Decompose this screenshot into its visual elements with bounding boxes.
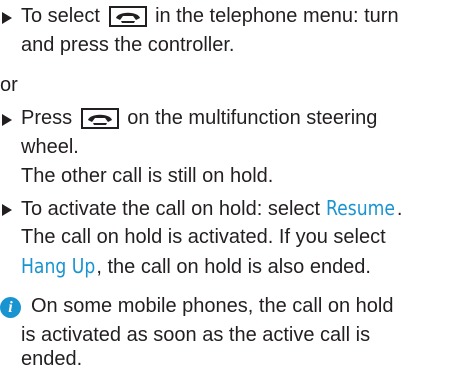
step3-result-line1: The call on hold is activated. If you se… — [21, 226, 386, 248]
step2-result: The other call is still on hold. — [21, 165, 274, 187]
note-line1: On some mobile phones, the call on hold — [31, 295, 394, 317]
step2-text-before: Press — [21, 107, 73, 129]
step3-line1: To activate the call on hold: select Res… — [21, 194, 402, 224]
end-call-key-icon — [108, 6, 147, 27]
bullet-icon — [2, 12, 12, 24]
step3-result-rest: , the call on hold is also ended. — [96, 256, 371, 278]
bullet-icon — [2, 204, 12, 216]
step2-text-after: on the multifunction steering — [127, 107, 378, 129]
step3-text-before: To activate the call on hold: select — [21, 198, 321, 220]
step3-result-line2: Hang Up, the call on hold is also ended. — [21, 252, 371, 282]
step3-period: . — [396, 198, 403, 220]
step1-text-before: To select — [21, 5, 100, 27]
note-line3: ended. — [21, 348, 83, 370]
step1-line1: To select in the telephone menu: turn — [21, 2, 399, 31]
step1-line2: and press the controller. — [21, 34, 235, 56]
resume-menu-item: Resume — [325, 196, 395, 220]
hang-up-menu-item: Hang Up — [21, 254, 96, 278]
step1-text-after: in the telephone menu: turn — [155, 5, 399, 27]
or-text: or — [0, 74, 18, 96]
info-icon: i — [0, 297, 21, 318]
step2-line2: wheel. — [21, 136, 79, 158]
bullet-icon — [2, 114, 12, 126]
step2-line1: Press on the multifunction steering — [21, 104, 377, 133]
end-call-key-icon — [80, 108, 119, 129]
